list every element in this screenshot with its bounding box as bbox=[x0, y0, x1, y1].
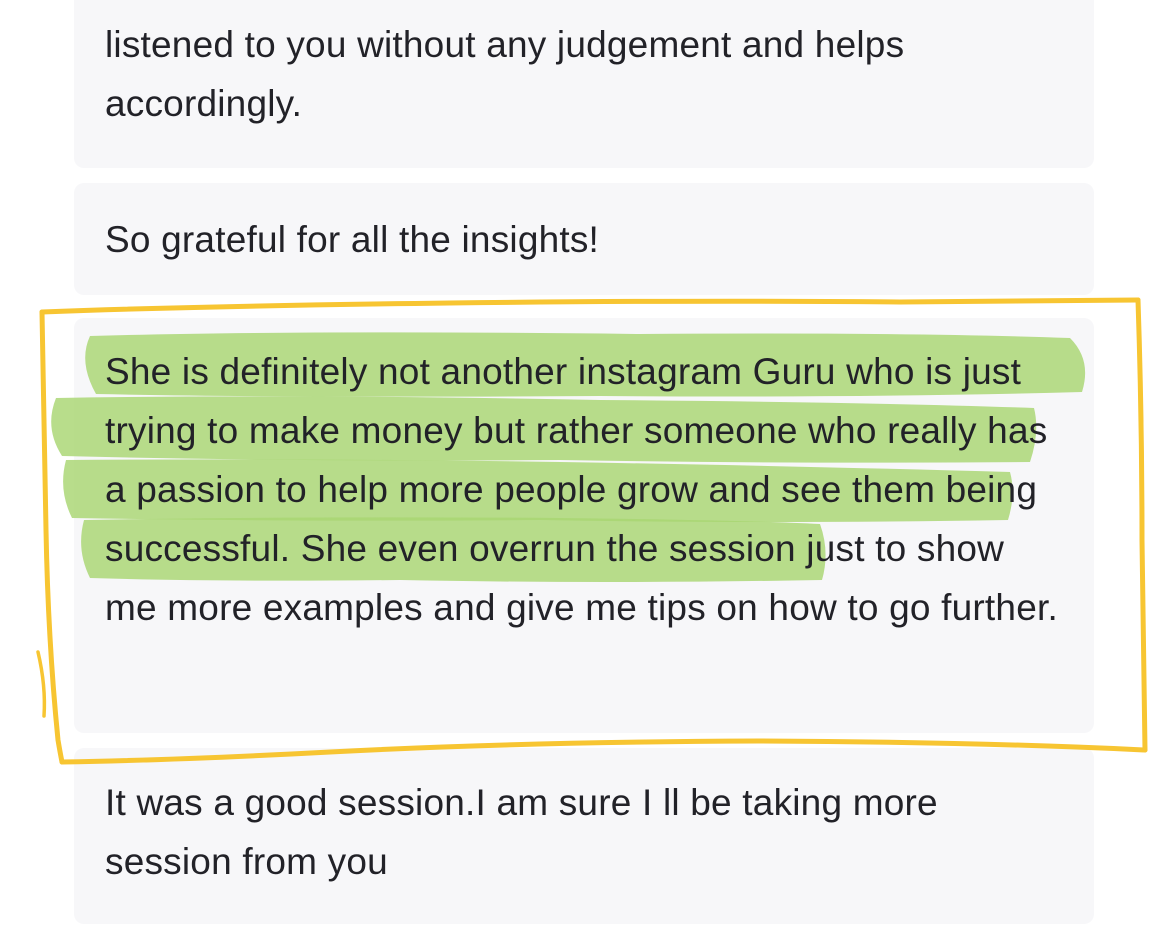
review-text: listened to you without any judgement an… bbox=[105, 24, 905, 124]
review-card: It was a good session.I am sure I ll be … bbox=[74, 748, 1094, 924]
review-card: listened to you without any judgement an… bbox=[74, 0, 1094, 168]
review-text: It was a good session.I am sure I ll be … bbox=[105, 782, 938, 882]
box-left-edge bbox=[39, 309, 65, 765]
box-right-edge bbox=[1135, 297, 1148, 753]
review-text: So grateful for all the insights! bbox=[105, 219, 600, 260]
box-top-edge bbox=[39, 297, 1141, 315]
review-card: So grateful for all the insights! bbox=[74, 183, 1094, 295]
review-text: She is definitely not another instagram … bbox=[105, 342, 1064, 637]
box-left-tick bbox=[36, 650, 47, 718]
review-card-highlighted: She is definitely not another instagram … bbox=[74, 318, 1094, 733]
